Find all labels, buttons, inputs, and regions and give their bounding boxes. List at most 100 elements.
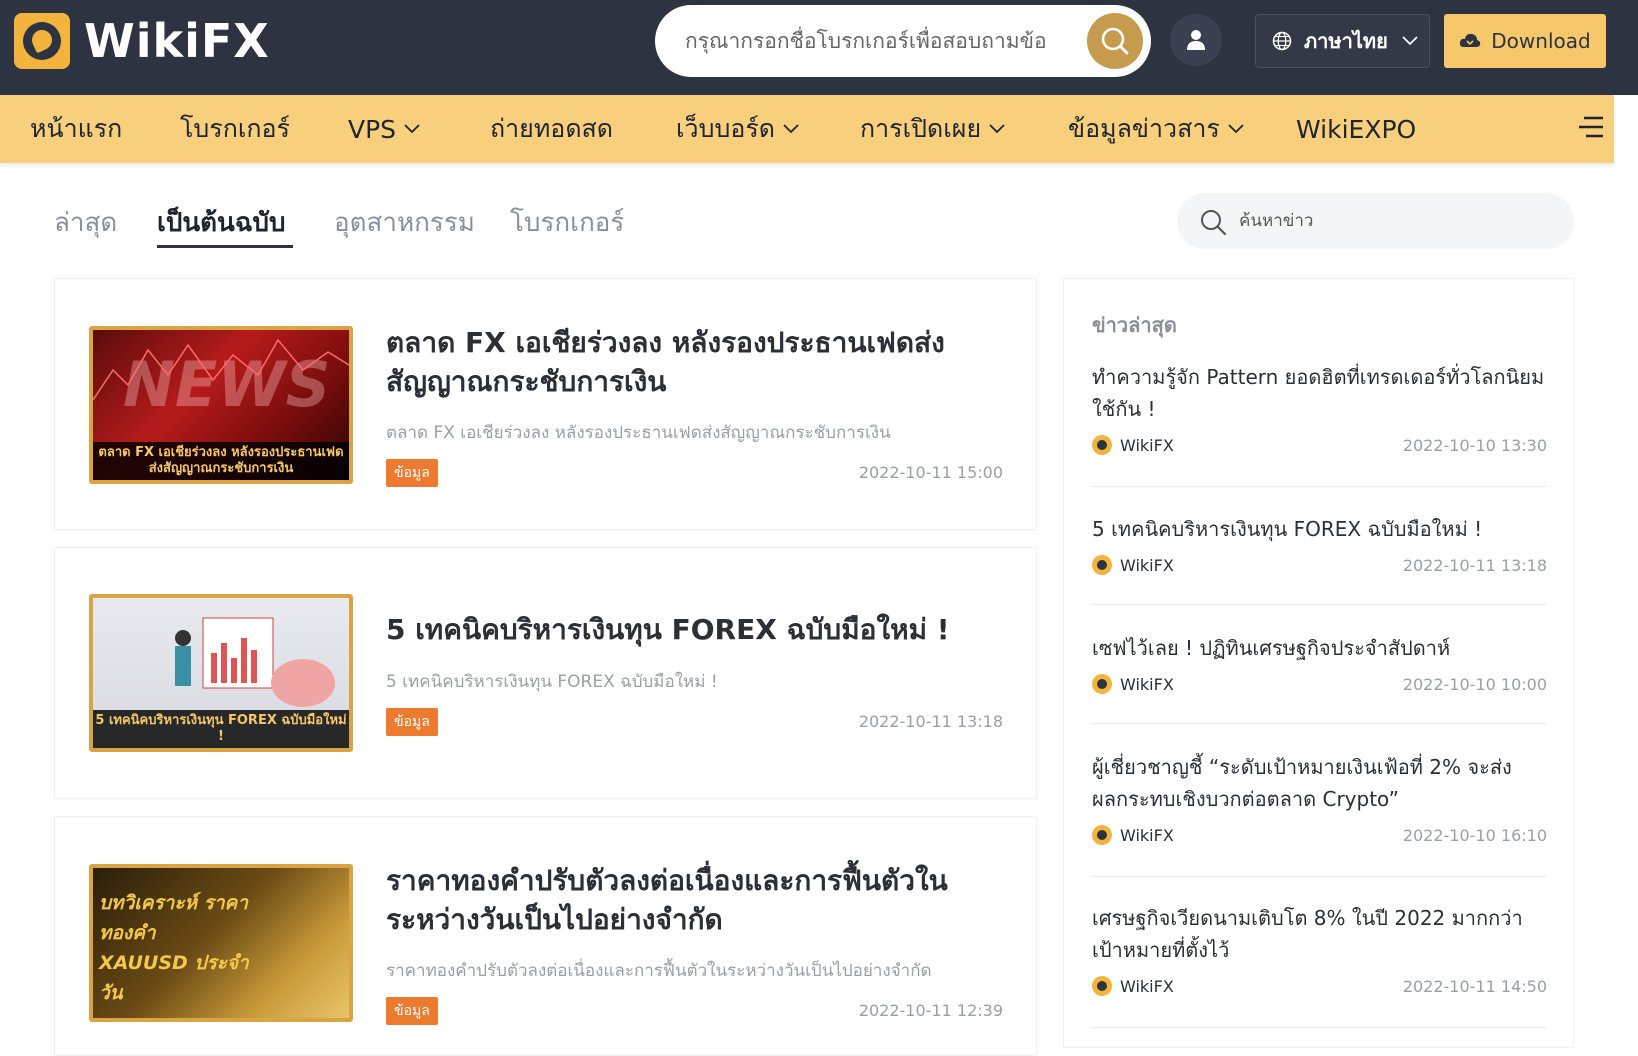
sidebar-news-item[interactable]: เซฟไว้เลย ! ปฏิทินเศรษฐกิจประจำสัปดาห์ W… [1092,632,1547,724]
nav-label: โบรกเกอร์ [180,114,290,143]
user-account-button[interactable] [1170,14,1222,66]
article-card[interactable]: NEWS ตลาด FX เอเชียร่วงลง หลังรองประธานเ… [54,278,1037,530]
source-label: WikiFX [1120,674,1174,694]
wikifx-logo-icon [1092,976,1112,996]
tab-industry[interactable]: อุตสาหกรรม [334,202,475,243]
article-card[interactable]: บทวิเคราะห์ ราคาทองคำ XAUUSD ประจำวัน รา… [54,816,1037,1056]
logo-text: WikiFX [84,14,270,68]
sidebar-news-title[interactable]: เศรษฐกิจเวียดนามเติบโต 8% ในปี 2022 มากก… [1092,902,1547,966]
nav-item-forum[interactable]: เว็บบอร์ด [676,95,799,163]
nav-label: WikiEXPO [1296,114,1417,144]
search-button[interactable] [1087,13,1143,69]
menu-icon [1579,116,1603,138]
thumbnail-word: บทวิเคราะห์ ราคาทองคำ XAUUSD ประจำวัน [99,892,249,1004]
sidebar-news-meta: WikiFX 2022-10-11 13:18 [1092,553,1547,579]
chevron-down-icon [1402,36,1418,46]
source-label: WikiFX [1120,555,1174,575]
sidebar-news-title[interactable]: 5 เทคนิคบริหารเงินทุน FOREX ฉบับมือใหม่ … [1092,513,1547,545]
news-date: 2022-10-11 13:18 [1402,556,1547,575]
article-title[interactable]: ราคาทองคำปรับตัวลงต่อเนื่องและการฟื้นตัว… [386,861,1011,939]
news-search-input[interactable] [1239,207,1539,235]
sidebar-heading: ข่าวล่าสุด [1092,313,1177,337]
tab-brokers[interactable]: โบรกเกอร์ [510,202,624,243]
sidebar-news-title[interactable]: เซฟไว้เลย ! ปฏิทินเศรษฐกิจประจำสัปดาห์ [1092,632,1547,664]
article-summary: ตลาด FX เอเชียร่วงลง หลังรองประธานเฟดส่ง… [386,423,891,443]
download-button[interactable]: Download [1444,14,1606,68]
article-date: 2022-10-11 15:00 [858,463,1003,482]
nav-label: หน้าแรก [30,114,123,143]
article-tag[interactable]: ข้อมูล [386,997,438,1025]
wikifx-logo-icon [1092,674,1112,694]
sidebar-news-item[interactable]: ทำความรู้จัก Pattern ยอดฮิตที่เทรดเดอร์ท… [1092,361,1547,487]
news-source: WikiFX [1092,825,1174,845]
chevron-down-icon [1228,124,1244,134]
article-card[interactable]: 5 เทคนิคบริหารเงินทุน FOREX ฉบับมือใหม่ … [54,547,1037,799]
source-label: WikiFX [1120,435,1174,455]
thumbnail-caption: ตลาด FX เอเชียร่วงลง หลังรองประธานเฟดส่ง… [93,442,349,480]
news-date: 2022-10-10 16:10 [1402,826,1547,845]
thumbnail-caption: 5 เทคนิคบริหารเงินทุน FOREX ฉบับมือใหม่ … [93,710,349,748]
source-label: WikiFX [1120,825,1174,845]
article-thumbnail[interactable]: บทวิเคราะห์ ราคาทองคำ XAUUSD ประจำวัน [89,864,353,1022]
top-header: WikiFX ภาษาไทย Download [0,0,1638,95]
download-label: Download [1491,29,1591,53]
sidebar-news-item[interactable]: ผู้เชี่ยวชาญชี้ “ระดับเป้าหมายเงินเฟ้อที… [1092,751,1547,877]
chart-decoration [93,338,349,401]
nav-item-wikiexpo[interactable]: WikiEXPO [1296,95,1416,163]
source-label: WikiFX [1120,976,1174,996]
chevron-down-icon [989,124,1005,134]
search-icon [1101,27,1129,55]
menu-button[interactable] [1578,115,1604,143]
nav-item-home[interactable]: หน้าแรก [30,95,122,163]
nav-label: ถ่ายทอดสด [490,114,614,143]
nav-item-news[interactable]: ข้อมูลข่าวสาร [1068,95,1244,163]
article-title[interactable]: 5 เทคนิคบริหารเงินทุน FOREX ฉบับมือใหม่ … [386,610,1011,649]
active-tab-indicator [157,245,293,248]
sidebar-news-meta: WikiFX 2022-10-11 14:50 [1092,974,1547,1000]
news-source: WikiFX [1092,976,1174,996]
article-tag[interactable]: ข้อมูล [386,459,438,487]
news-source: WikiFX [1092,435,1174,455]
tab-latest[interactable]: ล่าสุด [54,202,117,243]
broker-search-box [655,5,1151,77]
latest-news-sidebar: ข่าวล่าสุด ทำความรู้จัก Pattern ยอดฮิตที… [1063,278,1574,1048]
article-thumbnail[interactable]: 5 เทคนิคบริหารเงินทุน FOREX ฉบับมือใหม่ … [89,594,353,752]
sidebar-news-title[interactable]: ผู้เชี่ยวชาญชี้ “ระดับเป้าหมายเงินเฟ้อที… [1092,751,1547,815]
nav-label: การเปิดเผย [860,114,982,143]
chevron-down-icon [404,124,420,134]
cloud-download-icon [1460,33,1481,47]
tab-original[interactable]: เป็นต้นฉบับ [157,202,286,243]
wikifx-logo-icon [1092,435,1112,455]
sidebar-news-meta: WikiFX 2022-10-10 10:00 [1092,672,1547,698]
user-icon [1187,30,1205,50]
news-date: 2022-10-10 13:30 [1402,436,1547,455]
nav-item-brokers[interactable]: โบรกเกอร์ [180,95,290,163]
sidebar-news-item[interactable]: เศรษฐกิจเวียดนามเติบโต 8% ในปี 2022 มากก… [1092,902,1547,1028]
chevron-down-icon [783,124,799,134]
broker-search-input[interactable] [685,23,1045,59]
article-summary: 5 เทคนิคบริหารเงินทุน FOREX ฉบับมือใหม่ … [386,672,718,692]
nav-item-vps[interactable]: VPS [348,95,420,163]
nav-item-live[interactable]: ถ่ายทอดสด [490,95,613,163]
nav-item-disclosure[interactable]: การเปิดเผย [860,95,1005,163]
wikifx-logo-icon [1092,825,1112,845]
wikifx-logo-icon [1092,555,1112,575]
sidebar-news-title[interactable]: ทำความรู้จัก Pattern ยอดฮิตที่เทรดเดอร์ท… [1092,361,1547,425]
main-nav: หน้าแรก โบรกเกอร์ VPS ถ่ายทอดสด เว็บบอร์… [0,95,1614,163]
nav-label: VPS [348,114,397,144]
wikifx-logo-icon [14,13,70,69]
article-tag[interactable]: ข้อมูล [386,708,438,736]
article-title[interactable]: ตลาด FX เอเชียร่วงลง หลังรองประธานเฟดส่ง… [386,323,1011,401]
language-selector[interactable]: ภาษาไทย [1255,14,1430,68]
globe-icon [1272,31,1292,51]
sidebar-news-item[interactable]: 5 เทคนิคบริหารเงินทุน FOREX ฉบับมือใหม่ … [1092,513,1547,605]
news-date: 2022-10-10 10:00 [1402,675,1547,694]
nav-label: เว็บบอร์ด [676,114,775,143]
news-search-box [1177,193,1574,249]
sidebar-news-meta: WikiFX 2022-10-10 16:10 [1092,823,1547,849]
article-date: 2022-10-11 12:39 [858,1001,1003,1020]
site-logo[interactable]: WikiFX [14,13,270,69]
article-thumbnail[interactable]: NEWS ตลาด FX เอเชียร่วงลง หลังรองประธานเ… [89,326,353,484]
news-source: WikiFX [1092,555,1174,575]
news-source: WikiFX [1092,674,1174,694]
